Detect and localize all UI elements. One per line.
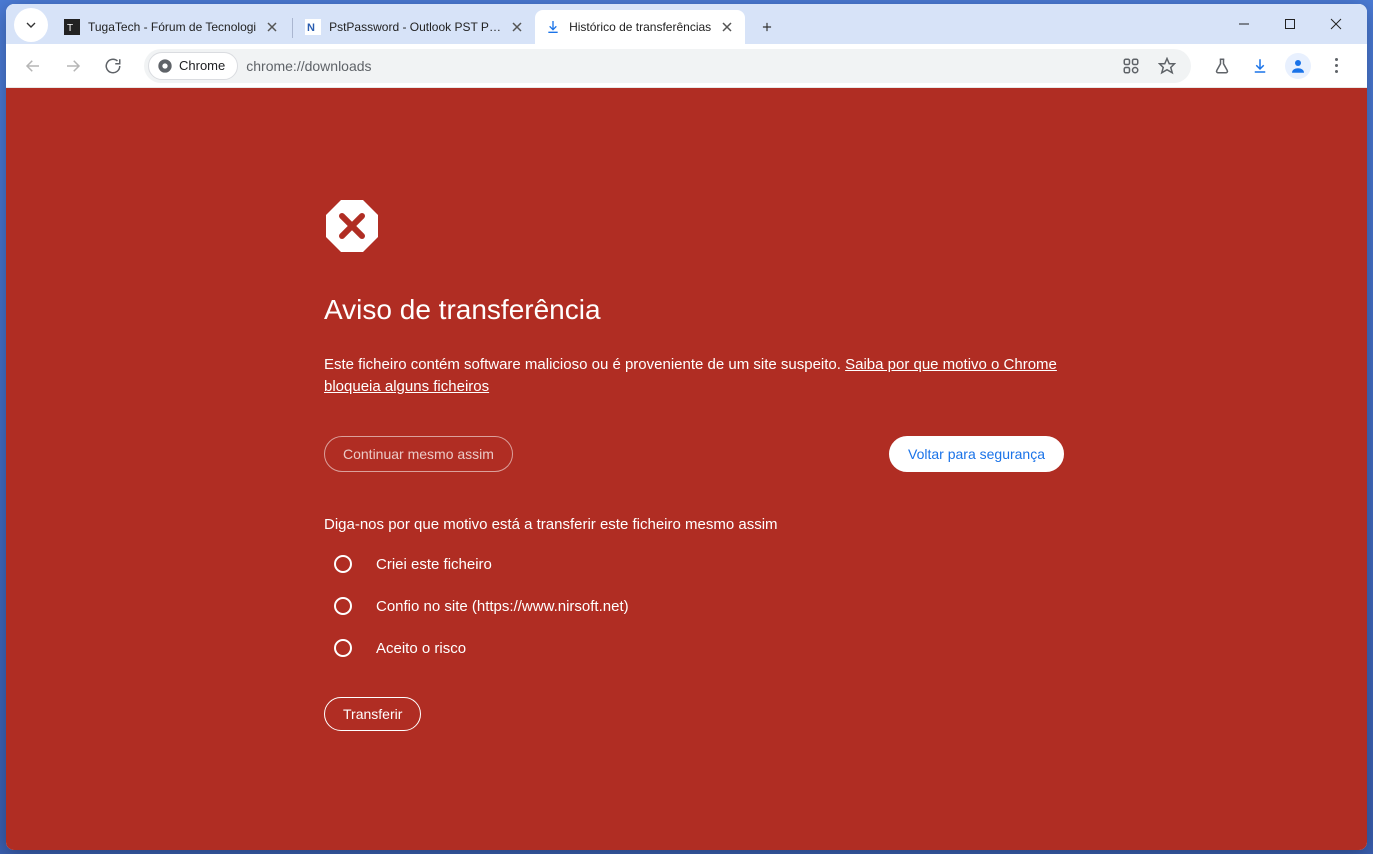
new-tab-button[interactable] — [753, 13, 781, 41]
reload-button[interactable] — [96, 49, 130, 83]
survey-option-created-file[interactable]: Criei este ficheiro — [324, 555, 1064, 573]
survey-option-trust-site[interactable]: Confio no site (https://www.nirsoft.net) — [324, 597, 1064, 615]
danger-stop-icon — [324, 198, 380, 254]
warning-button-row: Continuar mesmo assim Voltar para segura… — [324, 436, 1064, 472]
radio-icon — [334, 597, 352, 615]
tab-strip: T TugaTech - Fórum de Tecnologi N PstPas… — [6, 4, 1367, 44]
close-window-button[interactable] — [1313, 8, 1359, 40]
survey-option-label: Aceito o risco — [376, 640, 466, 657]
site-chip-label: Chrome — [179, 58, 225, 73]
favicon-tugatech: T — [64, 19, 80, 35]
svg-text:T: T — [67, 23, 73, 34]
download-warning-panel: Aviso de transferência Este ficheiro con… — [324, 198, 1064, 731]
close-icon[interactable] — [509, 19, 525, 35]
survey-question: Diga-nos por que motivo está a transferi… — [324, 516, 1064, 533]
minimize-button[interactable] — [1221, 8, 1267, 40]
window-controls — [1221, 4, 1359, 44]
download-icon — [545, 19, 561, 35]
warning-description-text: Este ficheiro contém software malicioso … — [324, 356, 845, 373]
tab-search-button[interactable] — [14, 8, 48, 42]
survey-option-label: Confio no site (https://www.nirsoft.net) — [376, 598, 629, 615]
tab-separator — [292, 18, 293, 38]
labs-icon[interactable] — [1205, 49, 1239, 83]
bookmark-star-icon[interactable] — [1153, 52, 1181, 80]
main-menu-button[interactable] — [1319, 49, 1353, 83]
page-content: Aviso de transferência Este ficheiro con… — [6, 88, 1367, 850]
radio-icon — [334, 555, 352, 573]
survey-option-accept-risk[interactable]: Aceito o risco — [324, 639, 1064, 657]
close-icon[interactable] — [719, 19, 735, 35]
continue-anyway-button[interactable]: Continuar mesmo assim — [324, 436, 513, 472]
back-button[interactable] — [16, 49, 50, 83]
downloads-icon[interactable] — [1243, 49, 1277, 83]
lens-icon[interactable] — [1117, 52, 1145, 80]
tab-tugatech[interactable]: T TugaTech - Fórum de Tecnologi — [54, 10, 290, 44]
address-bar[interactable]: Chrome chrome://downloads — [144, 49, 1191, 83]
transfer-button[interactable]: Transferir — [324, 697, 421, 731]
tab-downloads-history[interactable]: Histórico de transferências — [535, 10, 745, 44]
warning-heading: Aviso de transferência — [324, 294, 1064, 326]
warning-description: Este ficheiro contém software malicioso … — [324, 354, 1064, 398]
radio-icon — [334, 639, 352, 657]
tab-title: TugaTech - Fórum de Tecnologi — [88, 20, 256, 34]
site-chip[interactable]: Chrome — [148, 52, 238, 80]
favicon-nirsoft: N — [305, 19, 321, 35]
forward-button[interactable] — [56, 49, 90, 83]
toolbar-right — [1205, 49, 1357, 83]
browser-window: T TugaTech - Fórum de Tecnologi N PstPas… — [6, 4, 1367, 850]
tab-pstpassword[interactable]: N PstPassword - Outlook PST Pass — [295, 10, 535, 44]
tab-title: Histórico de transferências — [569, 20, 711, 34]
back-to-safety-button[interactable]: Voltar para segurança — [889, 436, 1064, 472]
toolbar: Chrome chrome://downloads — [6, 44, 1367, 88]
maximize-button[interactable] — [1267, 8, 1313, 40]
profile-avatar[interactable] — [1281, 49, 1315, 83]
tab-title: PstPassword - Outlook PST Pass — [329, 20, 501, 34]
survey-option-label: Criei este ficheiro — [376, 556, 492, 573]
svg-text:N: N — [307, 22, 315, 34]
url-text: chrome://downloads — [246, 58, 1109, 74]
close-icon[interactable] — [264, 19, 280, 35]
